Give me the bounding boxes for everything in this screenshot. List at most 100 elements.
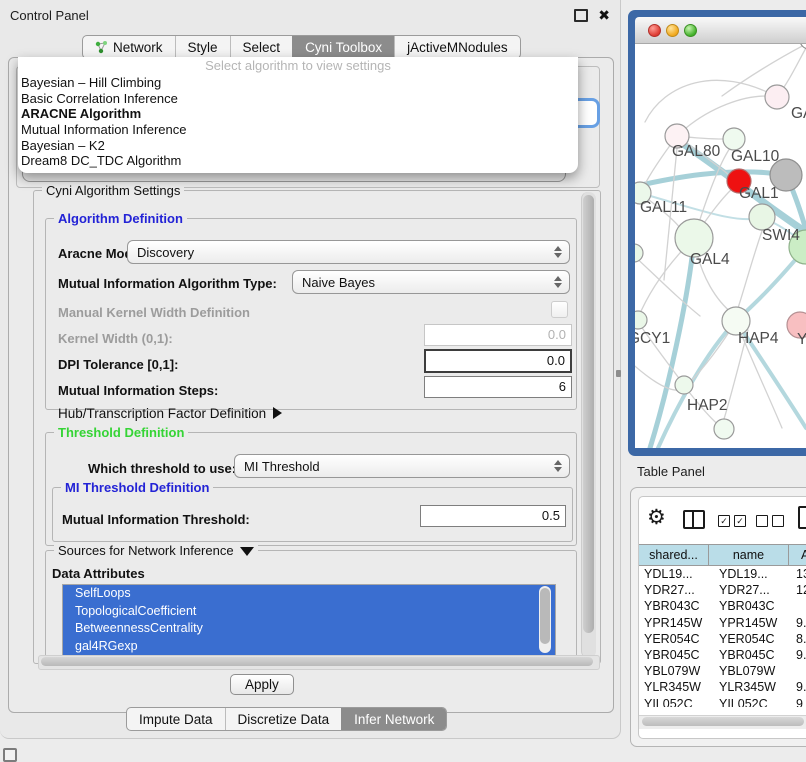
table-cell: YBR043C [644, 598, 708, 614]
table-header-row: shared... name A [639, 544, 806, 566]
close-window-icon[interactable] [648, 24, 661, 37]
table-cell: YBL079W [719, 663, 793, 679]
table-cell: YPR145W [719, 615, 793, 631]
float-panel-icon[interactable] [574, 9, 588, 22]
table-cell: YBL079W [644, 663, 708, 679]
deselect-all-checkboxes-icon[interactable] [756, 515, 784, 527]
which-threshold-combobox[interactable]: MI Threshold [234, 454, 570, 478]
table-row[interactable]: YDR27...YDR27...12 [639, 582, 806, 598]
table-row[interactable]: YLR345WYLR345W9. [639, 679, 806, 695]
algorithm-option[interactable]: ARACNE Algorithm [18, 106, 578, 122]
network-edge[interactable] [645, 80, 777, 122]
table-row[interactable]: YPR145WYPR145W9. [639, 615, 806, 631]
splitter-grip-icon[interactable] [616, 370, 621, 377]
data-attributes-label: Data Attributes [52, 566, 145, 581]
apply-button[interactable]: Apply [230, 674, 294, 695]
mi-threshold-field[interactable]: 0.5 [420, 505, 566, 527]
sources-group-title[interactable]: Sources for Network Inference [54, 543, 258, 558]
aracne-mode-combobox[interactable]: Discovery [127, 240, 570, 264]
combobox-arrows-icon [549, 246, 569, 258]
attributes-scrollbar-thumb[interactable] [540, 588, 550, 644]
table-row[interactable]: YIL052CYIL052C9 [639, 696, 806, 708]
tab-cyni-toolbox[interactable]: Cyni Toolbox [292, 36, 394, 58]
table-row[interactable]: YBR043C YBR043C [639, 598, 806, 614]
mi-steps-field[interactable]: 6 [424, 376, 572, 398]
mi-algorithm-type-combobox[interactable]: Naive Bayes [292, 270, 570, 294]
tab-select[interactable]: Select [230, 36, 293, 58]
table-cell: 9. [796, 615, 806, 631]
network-node[interactable] [723, 128, 745, 150]
table-cell: YER054C [644, 631, 708, 647]
network-node[interactable] [714, 419, 734, 439]
algorithm-option[interactable]: Bayesian – K2 [18, 138, 578, 154]
table-hscrollbar-thumb[interactable] [642, 717, 804, 726]
settings-group-title: Cyni Algorithm Settings [42, 183, 184, 198]
table-cell: YLR345W [644, 679, 708, 695]
network-canvas[interactable]: GALGAL80GAL10GAL1GAL11SWI4GAL4GCY1HAP4YH… [635, 44, 806, 448]
select-all-checkboxes-icon[interactable]: ✓✓ [718, 515, 746, 527]
data-attributes-list[interactable]: SelfLoopsTopologicalCoefficientBetweenne… [62, 584, 556, 657]
algorithm-option[interactable]: Mutual Information Inference [18, 122, 578, 138]
tab-jactivemnodules[interactable]: jActiveMNodules [394, 36, 520, 58]
network-node[interactable] [675, 376, 693, 394]
algorithm-dropdown-popup: Select algorithm to view settings Bayesi… [18, 57, 578, 173]
node-label: GAL80 [672, 143, 721, 160]
network-edge[interactable] [658, 252, 802, 448]
table-cell: YIL052C [644, 696, 708, 708]
table-body: YDL19...YDL19...13YDR27...YDR27...12YBR0… [639, 566, 806, 707]
table-cell: YDL19... [644, 566, 708, 582]
network-node[interactable] [635, 244, 643, 262]
zoom-window-icon[interactable] [684, 24, 697, 37]
attribute-list-item[interactable]: gal4RGexp [63, 638, 555, 656]
algorithm-option[interactable]: Dream8 DC_TDC Algorithm [18, 153, 578, 169]
table-row[interactable]: YER054CYER054C8. [639, 631, 806, 647]
minimize-window-icon[interactable] [666, 24, 679, 37]
table-row[interactable]: YBR045CYBR045C9. [639, 647, 806, 663]
tab-discretize-data[interactable]: Discretize Data [225, 708, 342, 730]
collapsed-arrow-icon [273, 407, 282, 419]
dpi-tolerance-field[interactable]: 0.0 [424, 349, 572, 373]
bottom-tab-bar: Impute Data Discretize DataInfer Network [126, 707, 447, 731]
control-panel: Control Panel ✖ NetworkStyleSelectCyni T… [0, 0, 621, 739]
table-row[interactable]: YBL079W YBL079W [639, 663, 806, 679]
attribute-list-item[interactable]: TopologicalCoefficient [63, 603, 555, 621]
export-table-icon[interactable] [798, 506, 806, 529]
settings-hscrollbar-thumb[interactable] [41, 657, 593, 666]
algorithm-option[interactable]: Basic Correlation Inference [18, 91, 578, 107]
column-header-partial[interactable]: A [789, 545, 806, 565]
settings-scrollbar-thumb[interactable] [583, 195, 594, 633]
tab-label: Style [188, 40, 218, 55]
network-edge[interactable] [738, 231, 762, 308]
kernel-width-field[interactable]: 0.0 [424, 324, 572, 346]
close-panel-icon[interactable]: ✖ [598, 8, 610, 22]
hub-definition-toggle[interactable]: Hub/Transcription Factor Definition [58, 406, 282, 421]
network-node[interactable] [765, 85, 789, 109]
table-cell: YER054C [719, 631, 793, 647]
tab-label: Select [243, 40, 281, 55]
attribute-list-item[interactable]: SelfLoops [63, 585, 555, 603]
tab-style[interactable]: Style [175, 36, 230, 58]
tab-infer-network[interactable]: Infer Network [341, 708, 446, 730]
algorithm-option[interactable]: Bayesian – Hill Climbing [18, 75, 578, 91]
table-cell: 9. [796, 647, 806, 663]
tab-network[interactable]: Network [83, 36, 175, 58]
minimized-panel-icon[interactable] [3, 748, 17, 762]
table-cell: YBR043C [719, 598, 793, 614]
tab-impute-data[interactable]: Impute Data [127, 708, 225, 730]
node-label: SWI4 [762, 227, 800, 244]
node-label: HAP2 [687, 397, 728, 414]
network-node[interactable] [635, 311, 647, 329]
manual-kernel-width-checkbox[interactable] [551, 301, 568, 318]
network-window-titlebar[interactable] [635, 17, 806, 44]
split-columns-icon[interactable] [683, 510, 705, 529]
column-header-shared-name[interactable]: shared... [639, 545, 709, 565]
table-settings-gear-icon[interactable]: ⚙ [647, 505, 666, 530]
table-row[interactable]: YDL19...YDL19...13 [639, 566, 806, 582]
tab-label: Impute Data [139, 712, 213, 727]
table-cell: YPR145W [644, 615, 708, 631]
attribute-list-item[interactable]: BetweennessCentrality [63, 620, 555, 638]
table-cell: YDR27... [644, 582, 708, 598]
network-graph: GALGAL80GAL10GAL1GAL11SWI4GAL4GCY1HAP4YH… [635, 44, 806, 448]
column-header-name[interactable]: name [709, 545, 789, 565]
mi-steps-label: Mutual Information Steps: [58, 383, 218, 398]
